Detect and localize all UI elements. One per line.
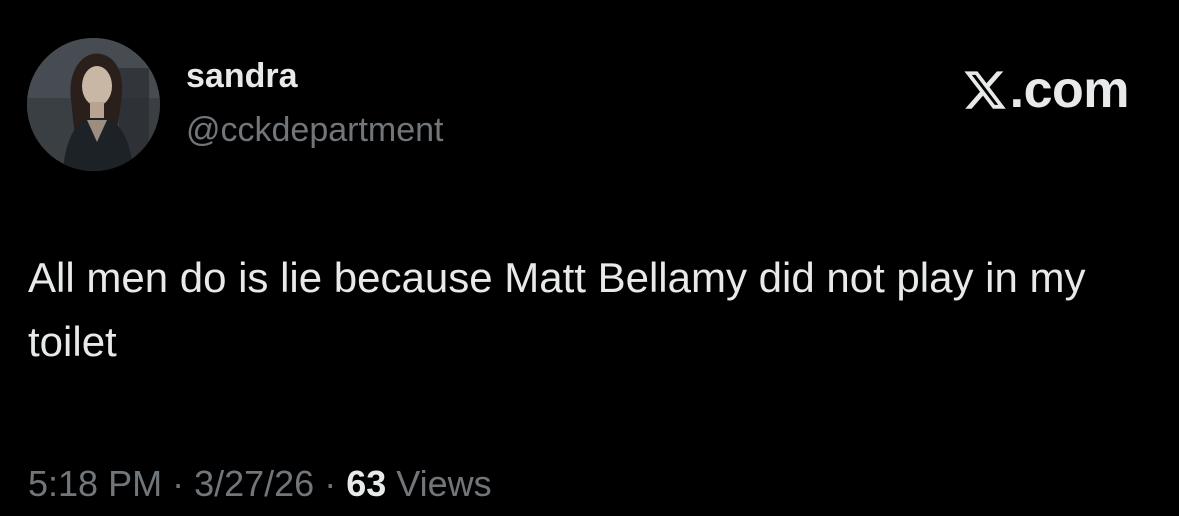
brand-watermark: .com (962, 61, 1130, 119)
author-name[interactable]: sandra (186, 56, 298, 96)
brand-label: .com (1009, 61, 1130, 119)
meta-separator: · (162, 463, 195, 504)
meta-separator: · (314, 463, 347, 504)
tweet-time[interactable]: 5:18 PM (28, 463, 162, 504)
views-label[interactable]: Views (386, 463, 491, 504)
tweet-date[interactable]: 3/27/26 (194, 463, 314, 504)
tweet-card: sandra @cckdepartment .com All men do is… (0, 0, 1179, 516)
views-count[interactable]: 63 (346, 463, 386, 504)
author-handle[interactable]: @cckdepartment (186, 110, 444, 150)
tweet-text: All men do is lie because Matt Bellamy d… (28, 254, 1086, 365)
tweet-meta: 5:18 PM · 3/27/26 · 63 Views (28, 462, 492, 506)
x-logo-icon (964, 71, 1006, 109)
avatar[interactable] (27, 38, 160, 171)
